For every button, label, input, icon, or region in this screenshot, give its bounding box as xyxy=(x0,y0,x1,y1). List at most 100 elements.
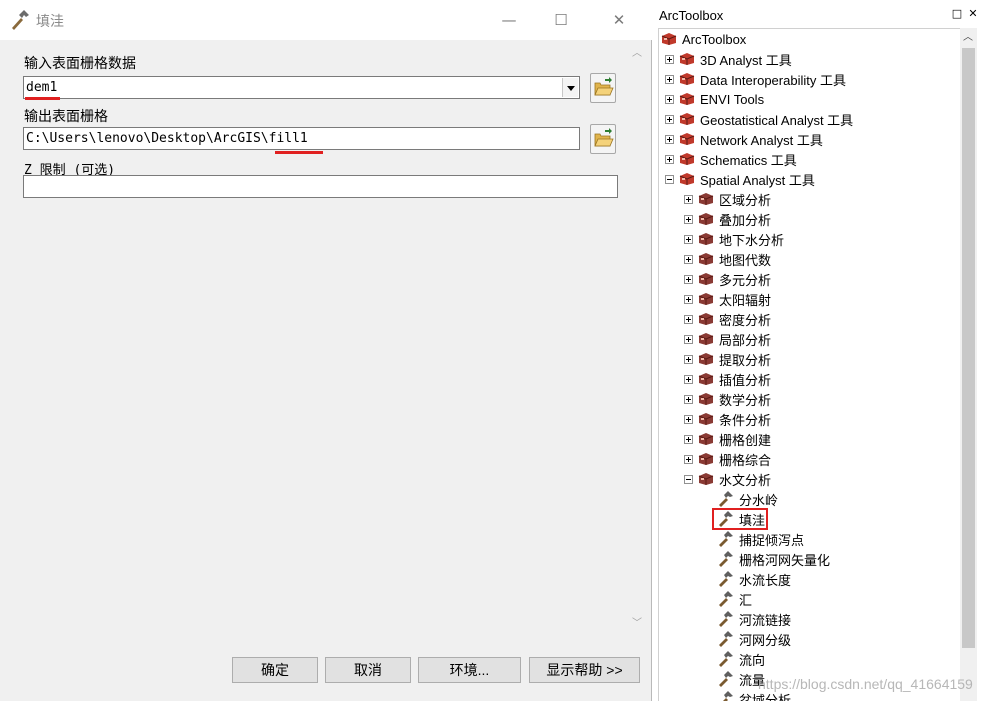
tree-item-toolset[interactable]: 数学分析 xyxy=(684,389,771,409)
tree-item-label: 捕捉倾泻点 xyxy=(739,532,805,548)
maximize-button[interactable]: ☐ xyxy=(538,0,584,40)
hammer-icon xyxy=(12,10,29,30)
expand-plus-icon[interactable] xyxy=(665,114,674,124)
tree-item-toolset[interactable]: 栅格创建 xyxy=(684,429,771,449)
tree-item-toolset[interactable]: 水文分析 xyxy=(684,469,771,489)
browse-input-button[interactable] xyxy=(590,73,616,103)
hammer-tool-icon xyxy=(719,671,733,687)
expand-plus-icon[interactable] xyxy=(684,234,693,244)
toolset-icon xyxy=(698,213,714,225)
expand-plus-icon[interactable] xyxy=(665,54,674,64)
hammer-tool-icon xyxy=(719,491,733,507)
tree-item-toolset[interactable]: 区域分析 xyxy=(684,189,771,209)
expand-plus-icon[interactable] xyxy=(665,134,674,144)
watermark: https://blog.csdn.net/qq_41664159 xyxy=(758,676,973,692)
tree-item-tool[interactable]: 汇 xyxy=(717,589,752,609)
arctoolbox-panel: ArcToolbox □ ✕ ArcToolbox 3D Analyst 工具 Da… xyxy=(654,0,987,701)
tree-item-toolset[interactable]: 地图代数 xyxy=(684,249,771,269)
toolset-icon xyxy=(698,453,714,465)
expand-plus-icon[interactable] xyxy=(684,194,693,204)
tree-item-label: ENVI Tools xyxy=(700,91,765,107)
fill-tool-dialog: 填洼 — ☐ ✕ 输入表面栅格数据 dem1 输出表面栅格 C:\Users\l… xyxy=(0,0,652,701)
toolbox-icon xyxy=(679,113,695,125)
expand-plus-icon[interactable] xyxy=(684,414,693,424)
expand-plus-icon[interactable] xyxy=(684,374,693,384)
scroll-up-icon[interactable]: ︿ xyxy=(631,48,643,60)
expand-plus-icon[interactable] xyxy=(684,254,693,264)
tree-item-toolbox[interactable]: Schematics 工具 xyxy=(665,149,797,169)
tree-item-toolset[interactable]: 提取分析 xyxy=(684,349,771,369)
z-limit-field[interactable] xyxy=(23,175,618,198)
arctoolbox-tree[interactable]: ArcToolbox 3D Analyst 工具 Data Interoperabi… xyxy=(658,28,960,701)
hammer-tool-icon xyxy=(719,651,733,667)
collapse-minus-icon[interactable] xyxy=(665,174,674,184)
expand-plus-icon[interactable] xyxy=(684,314,693,324)
minimize-button[interactable]: — xyxy=(486,0,532,40)
tree-item-toolset[interactable]: 地下水分析 xyxy=(684,229,784,249)
expand-plus-icon[interactable] xyxy=(684,394,693,404)
tree-root-arctoolbox[interactable]: ArcToolbox xyxy=(661,29,746,49)
toolbox-scrollbar[interactable]: ︿ xyxy=(960,28,977,701)
hammer-tool-icon xyxy=(719,531,733,547)
restore-panel-button[interactable]: □ xyxy=(951,8,963,20)
ok-button[interactable]: 确定 xyxy=(232,657,318,683)
expand-plus-icon[interactable] xyxy=(665,74,674,84)
tree-item-tool[interactable]: 栅格河网矢量化 xyxy=(717,549,830,569)
output-raster-label: 输出表面栅格 xyxy=(24,108,108,124)
collapse-minus-icon[interactable] xyxy=(684,474,693,484)
tree-item-toolset[interactable]: 太阳辐射 xyxy=(684,289,771,309)
expand-plus-icon[interactable] xyxy=(684,214,693,224)
folder-open-icon xyxy=(594,77,614,96)
expand-plus-icon[interactable] xyxy=(684,294,693,304)
dropdown-arrow-icon[interactable] xyxy=(562,78,578,97)
close-button[interactable]: ✕ xyxy=(596,0,642,40)
dialog-scrollbar[interactable]: ︿ ﹀ xyxy=(630,40,644,644)
close-panel-button[interactable]: ✕ xyxy=(967,8,979,20)
tree-item-toolbox[interactable]: Geostatistical Analyst 工具 xyxy=(665,109,853,129)
tree-item-tool[interactable]: 水流长度 xyxy=(717,569,791,589)
tree-item-tool[interactable]: 分水岭 xyxy=(717,489,778,509)
tree-item-toolbox[interactable]: Network Analyst 工具 xyxy=(665,129,823,149)
scroll-up-icon[interactable]: ︿ xyxy=(962,32,974,44)
tree-item-toolset[interactable]: 局部分析 xyxy=(684,329,771,349)
expand-plus-icon[interactable] xyxy=(684,354,693,364)
browse-output-button[interactable] xyxy=(590,124,616,154)
tree-item-tool[interactable]: 流向 xyxy=(717,649,765,669)
expand-plus-icon[interactable] xyxy=(684,274,693,284)
input-raster-combobox[interactable]: dem1 xyxy=(23,76,580,99)
environments-button[interactable]: 环境... xyxy=(418,657,521,683)
toolset-icon xyxy=(698,333,714,345)
arctoolbox-panel-title: ArcToolbox xyxy=(659,8,724,23)
expand-plus-icon[interactable] xyxy=(665,94,674,104)
tree-item-toolset[interactable]: 条件分析 xyxy=(684,409,771,429)
expand-plus-icon[interactable] xyxy=(665,154,674,164)
tree-item-label: 地下水分析 xyxy=(719,232,785,248)
tree-item-label: Data Interoperability 工具 xyxy=(700,72,846,88)
tree-item-tool[interactable]: 河流链接 xyxy=(717,609,791,629)
tree-item-toolset[interactable]: 叠加分析 xyxy=(684,209,771,229)
toolset-icon xyxy=(698,253,714,265)
tree-item-toolbox[interactable]: Data Interoperability 工具 xyxy=(665,69,846,89)
tree-item-label: 区域分析 xyxy=(719,192,772,208)
tree-item-toolbox[interactable]: 3D Analyst 工具 xyxy=(665,49,792,69)
tree-item-toolbox[interactable]: Spatial Analyst 工具 xyxy=(665,169,815,189)
show-help-button[interactable]: 显示帮助 >> xyxy=(529,657,640,683)
tree-item-toolset[interactable]: 插值分析 xyxy=(684,369,771,389)
expand-plus-icon[interactable] xyxy=(684,434,693,444)
scroll-down-icon[interactable]: ﹀ xyxy=(631,618,643,630)
tree-item-toolbox[interactable]: ENVI Tools xyxy=(665,89,764,109)
tree-item-toolset[interactable]: 栅格综合 xyxy=(684,449,771,469)
tree-item-tool[interactable]: 河网分级 xyxy=(717,629,791,649)
tree-item-toolset[interactable]: 密度分析 xyxy=(684,309,771,329)
cancel-button[interactable]: 取消 xyxy=(325,657,411,683)
scrollbar-thumb[interactable] xyxy=(962,48,975,648)
tree-item-label: 汇 xyxy=(739,592,753,608)
hammer-tool-icon xyxy=(719,591,733,607)
expand-plus-icon[interactable] xyxy=(684,334,693,344)
tree-item-toolset[interactable]: 多元分析 xyxy=(684,269,771,289)
expand-plus-icon[interactable] xyxy=(684,454,693,464)
tree-item-tool[interactable]: 捕捉倾泻点 xyxy=(717,529,804,549)
toolset-icon xyxy=(698,473,714,485)
output-raster-field[interactable]: C:\Users\lenovo\Desktop\ArcGIS\fill1 xyxy=(23,127,580,150)
toolset-icon xyxy=(698,353,714,365)
